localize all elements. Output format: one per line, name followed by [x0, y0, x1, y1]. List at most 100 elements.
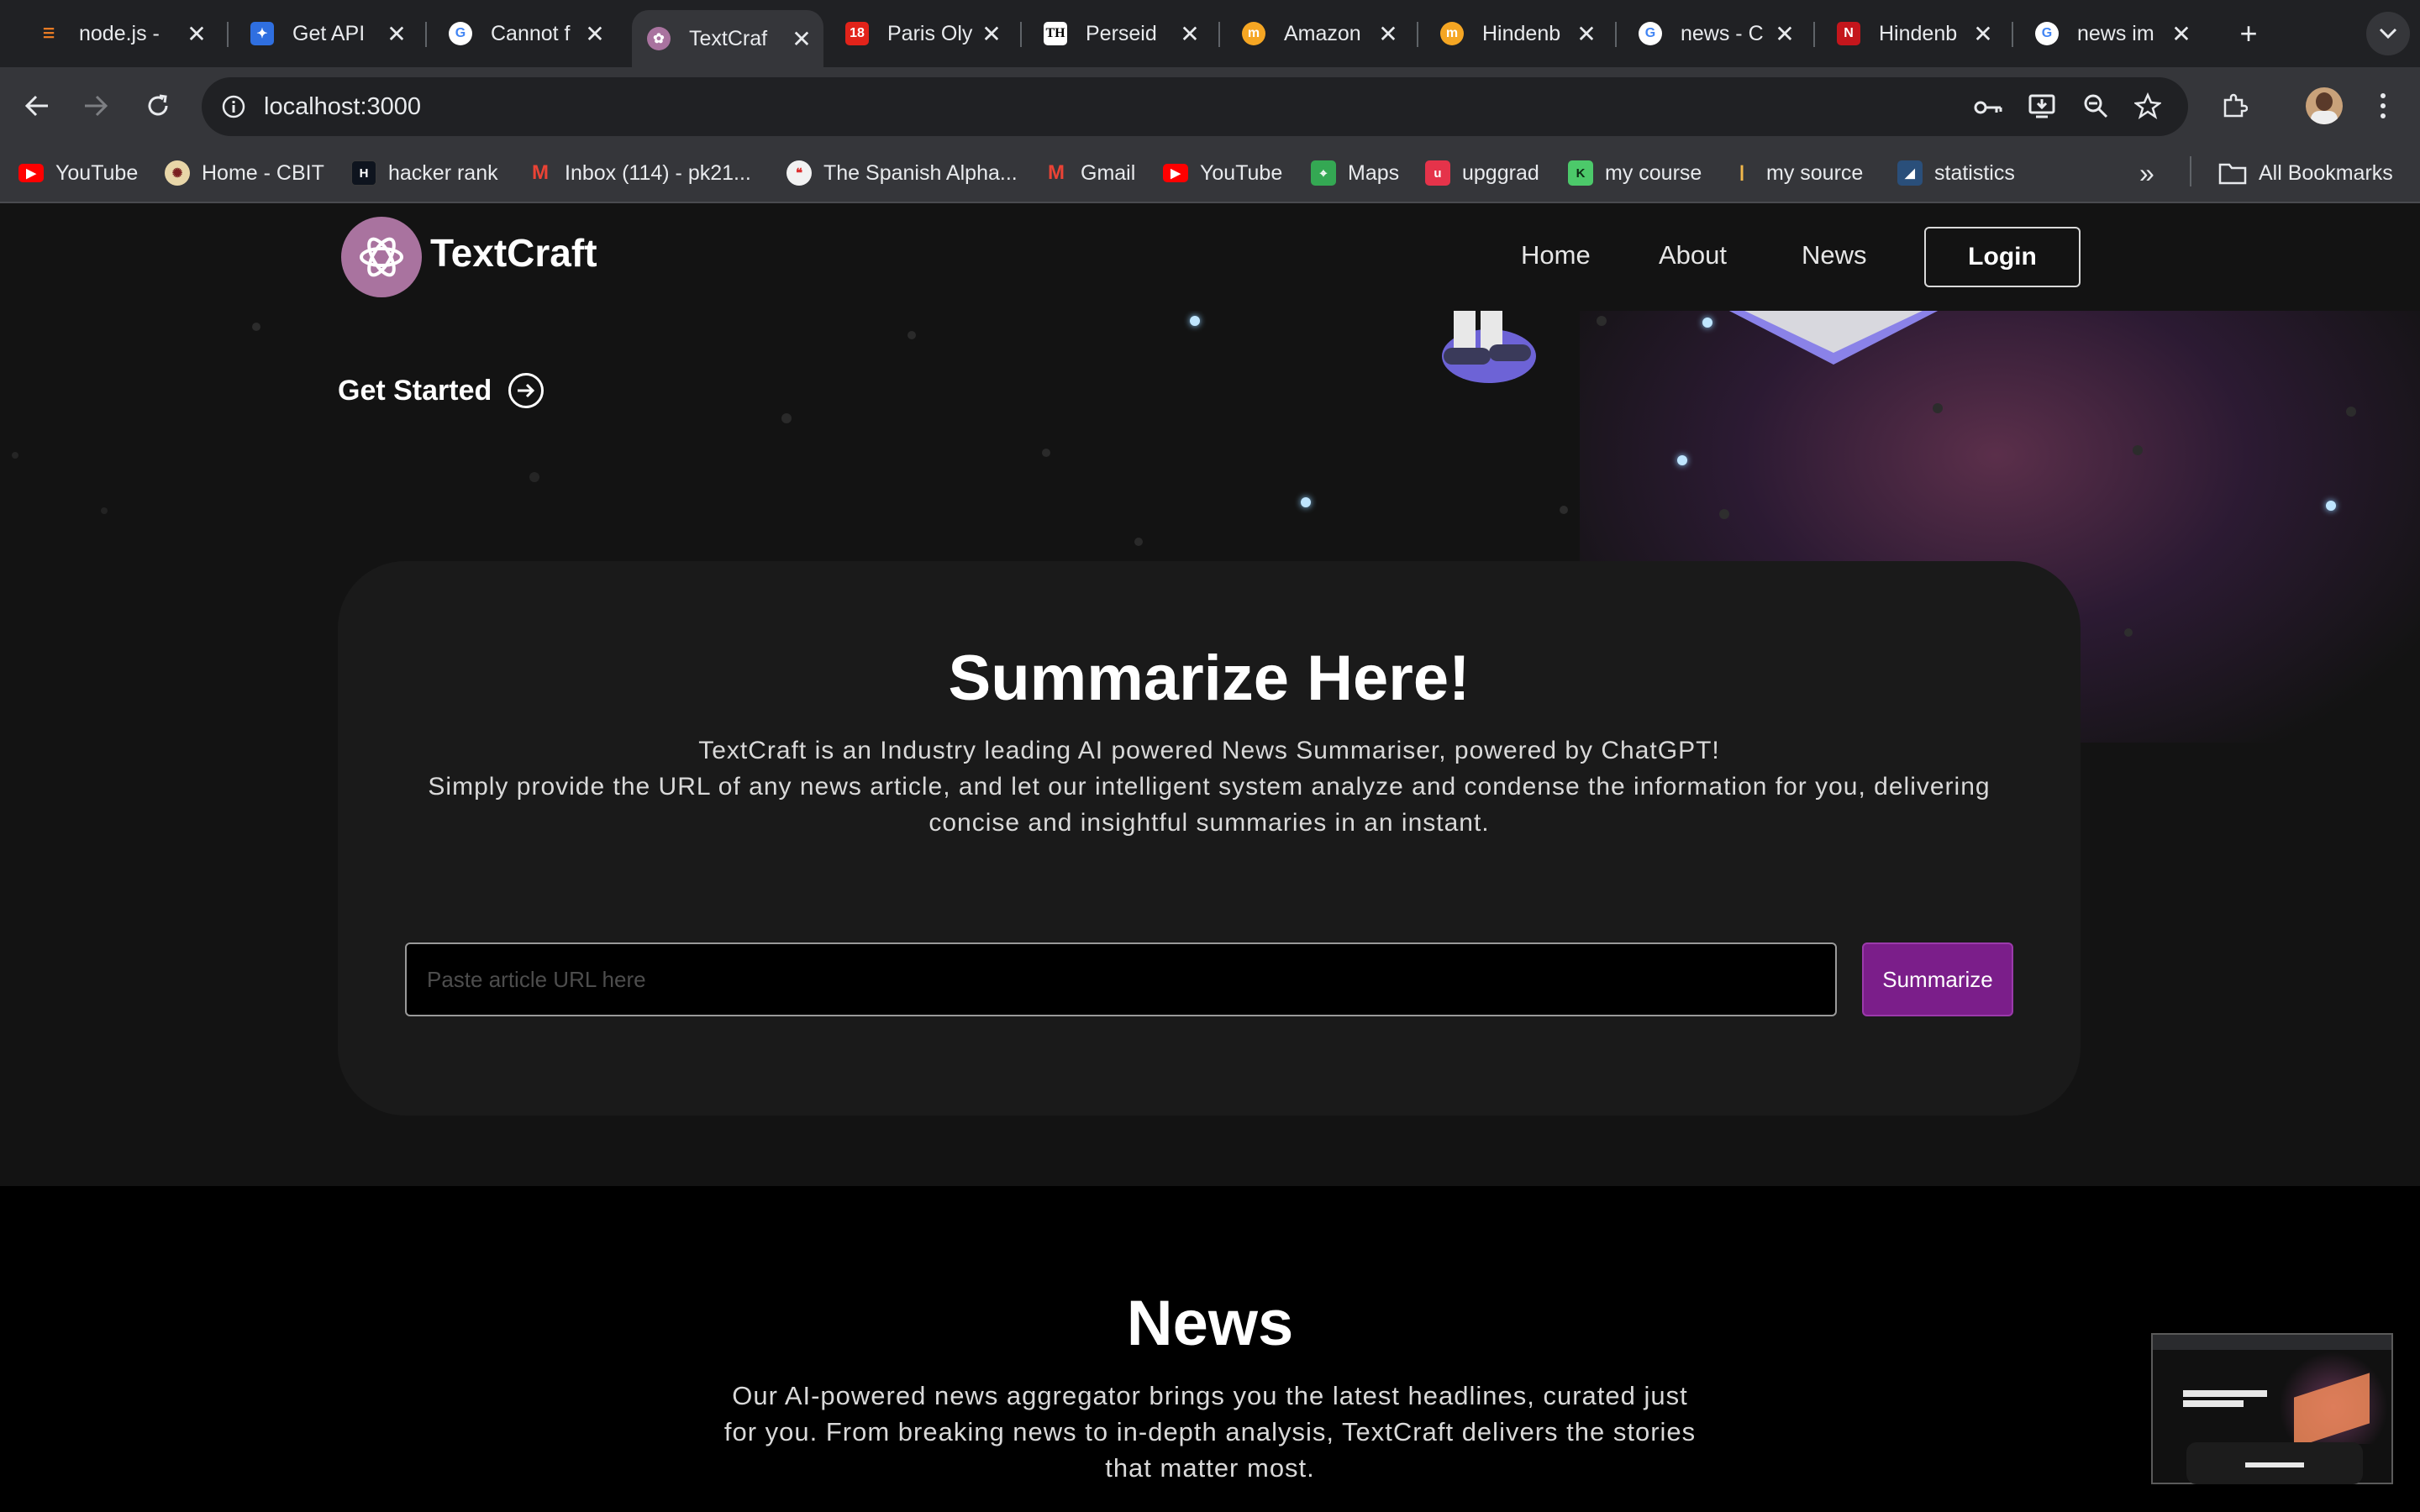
nav-about[interactable]: About: [1659, 240, 1727, 270]
google-icon: G: [1639, 22, 1662, 45]
summarize-button[interactable]: Summarize: [1862, 942, 2013, 1016]
bookmark-upggrad[interactable]: u upggrad: [1425, 153, 1539, 193]
close-icon[interactable]: ✕: [182, 18, 212, 49]
bookmark-statistics[interactable]: ◢ statistics: [1897, 153, 2015, 193]
install-icon: [2028, 94, 2055, 118]
screenshot-preview-thumbnail[interactable]: [2151, 1333, 2393, 1484]
bookmark-hacker-rank[interactable]: H hacker rank: [351, 153, 498, 193]
avatar-face: [2316, 92, 2333, 111]
google-icon: G: [2035, 22, 2059, 45]
news-description-line-2: for you. From breaking news to in-depth …: [723, 1417, 1697, 1446]
close-icon[interactable]: ✕: [1175, 18, 1205, 49]
course-icon: K: [1568, 160, 1593, 186]
brand-name[interactable]: TextCraft: [430, 230, 597, 276]
bookmark-inbox[interactable]: M Inbox (114) - pk21...: [528, 153, 751, 193]
tab-separator: [1218, 22, 1220, 47]
get-started-button[interactable]: Get Started: [338, 373, 544, 408]
new-tab-button[interactable]: +: [2230, 15, 2267, 52]
close-icon[interactable]: ✕: [1373, 18, 1403, 49]
tab-amazon[interactable]: m Amazon ✕: [1223, 13, 1410, 54]
close-icon[interactable]: ✕: [580, 18, 610, 49]
close-icon[interactable]: ✕: [2166, 18, 2196, 49]
zoom-button[interactable]: [2077, 87, 2114, 124]
bookmark-label: The Spanish Alpha...: [823, 160, 1018, 185]
back-button[interactable]: [17, 86, 57, 126]
nav-home[interactable]: Home: [1521, 240, 1591, 270]
tab-title: node.js -: [79, 21, 160, 45]
close-icon[interactable]: ✕: [1968, 18, 1998, 49]
url-text[interactable]: localhost:3000: [264, 89, 421, 124]
bookmark-spanish-alphabet[interactable]: ❝ The Spanish Alpha...: [786, 153, 1018, 193]
article-url-input[interactable]: [405, 942, 1837, 1016]
tab-separator: [1813, 22, 1815, 47]
textcraft-logo[interactable]: [341, 217, 422, 297]
tab-strip: ☰ node.js - ✕ ✦ Get API ✕ G Cannot f ✕ ✿…: [0, 0, 2420, 67]
close-icon[interactable]: ✕: [1770, 18, 1800, 49]
install-app-button[interactable]: [2023, 87, 2060, 124]
tab-title: news - C: [1681, 21, 1764, 45]
tab-news-im[interactable]: G news im ✕: [2017, 13, 2203, 54]
tab-title: Perseid: [1086, 21, 1157, 45]
star-icon: [2134, 92, 2161, 119]
get-started-label: Get Started: [338, 374, 492, 407]
preview-heading-bar: [2183, 1390, 2267, 1397]
site-info-button[interactable]: [215, 88, 252, 125]
profile-avatar[interactable]: [2306, 87, 2343, 124]
preview-card-title: [2245, 1462, 2304, 1467]
close-icon[interactable]: ✕: [1571, 18, 1602, 49]
bookmark-label: statistics: [1934, 160, 2015, 185]
close-icon[interactable]: ✕: [381, 18, 412, 49]
reload-button[interactable]: [138, 86, 178, 126]
forward-button[interactable]: [76, 86, 116, 126]
star-decoration: [101, 507, 108, 514]
tab-hindenburg-1[interactable]: m Hindenb ✕: [1422, 13, 1608, 54]
tab-paris[interactable]: 18 Paris Oly ✕: [827, 13, 1013, 54]
moneycontrol-icon: m: [1242, 22, 1265, 45]
puzzle-icon: [2223, 93, 2248, 118]
bookmark-my-source[interactable]: ┃ my source: [1729, 153, 1863, 193]
illustration-shoe: [1444, 348, 1491, 365]
tab-textcraft[interactable]: ✿ TextCraf ✕: [632, 10, 823, 67]
news-section: News Our AI-powered news aggregator brin…: [0, 1186, 2420, 1512]
bookmark-star-button[interactable]: [2129, 86, 2166, 126]
bookmark-label: upggrad: [1462, 160, 1539, 185]
bookmark-label: hacker rank: [388, 160, 498, 185]
tab-nodejs[interactable]: ☰ node.js - ✕: [18, 13, 218, 54]
gmail-icon: M: [532, 161, 549, 184]
cbit-icon: ✺: [165, 160, 190, 186]
chevron-down-icon: [2379, 28, 2397, 39]
bookmark-label: YouTube: [55, 160, 139, 185]
close-icon[interactable]: ✕: [786, 24, 817, 54]
bookmark-my-course[interactable]: K my course: [1568, 153, 1702, 193]
tab-perseid[interactable]: TH Perseid ✕: [1025, 13, 1212, 54]
nav-news[interactable]: News: [1802, 240, 1867, 270]
bookmark-youtube[interactable]: ▶ YouTube: [18, 153, 138, 193]
address-bar[interactable]: [202, 77, 2188, 136]
youtube-icon: ▶: [18, 164, 44, 182]
close-icon[interactable]: ✕: [976, 18, 1007, 49]
bookmark-home-cbit[interactable]: ✺ Home - CBIT: [165, 153, 324, 193]
extensions-button[interactable]: [2215, 86, 2254, 126]
all-bookmarks-button[interactable]: All Bookmarks: [2218, 153, 2393, 193]
password-key-button[interactable]: [1970, 89, 2007, 126]
tab-separator: [1615, 22, 1617, 47]
reload-icon: [148, 94, 168, 116]
bookmarks-overflow-button[interactable]: »: [2139, 153, 2154, 193]
tab-get-api[interactable]: ✦ Get API ✕: [232, 13, 418, 54]
tab-title: TextCraf: [689, 26, 768, 50]
all-bookmarks-label: All Bookmarks: [2259, 160, 2393, 185]
tab-hindenburg-2[interactable]: N Hindenb ✕: [1818, 13, 2005, 54]
bookmark-maps[interactable]: ⌖ Maps: [1311, 153, 1399, 193]
login-button[interactable]: Login: [1924, 227, 2081, 287]
bookmark-gmail[interactable]: M Gmail: [1044, 153, 1135, 193]
star-decoration: [2346, 407, 2356, 417]
folder-icon: [2218, 163, 2247, 185]
bookmark-youtube-2[interactable]: ▶ YouTube: [1163, 153, 1282, 193]
tab-search-button[interactable]: [2366, 12, 2410, 55]
tab-news-google[interactable]: G news - C ✕: [1620, 13, 1807, 54]
tab-cannot[interactable]: G Cannot f ✕: [430, 13, 617, 54]
tab-title: news im: [2077, 21, 2154, 45]
bookmark-label: my source: [1766, 160, 1864, 185]
browser-menu-button[interactable]: [2366, 87, 2400, 124]
news-title: News: [1126, 1288, 1294, 1359]
